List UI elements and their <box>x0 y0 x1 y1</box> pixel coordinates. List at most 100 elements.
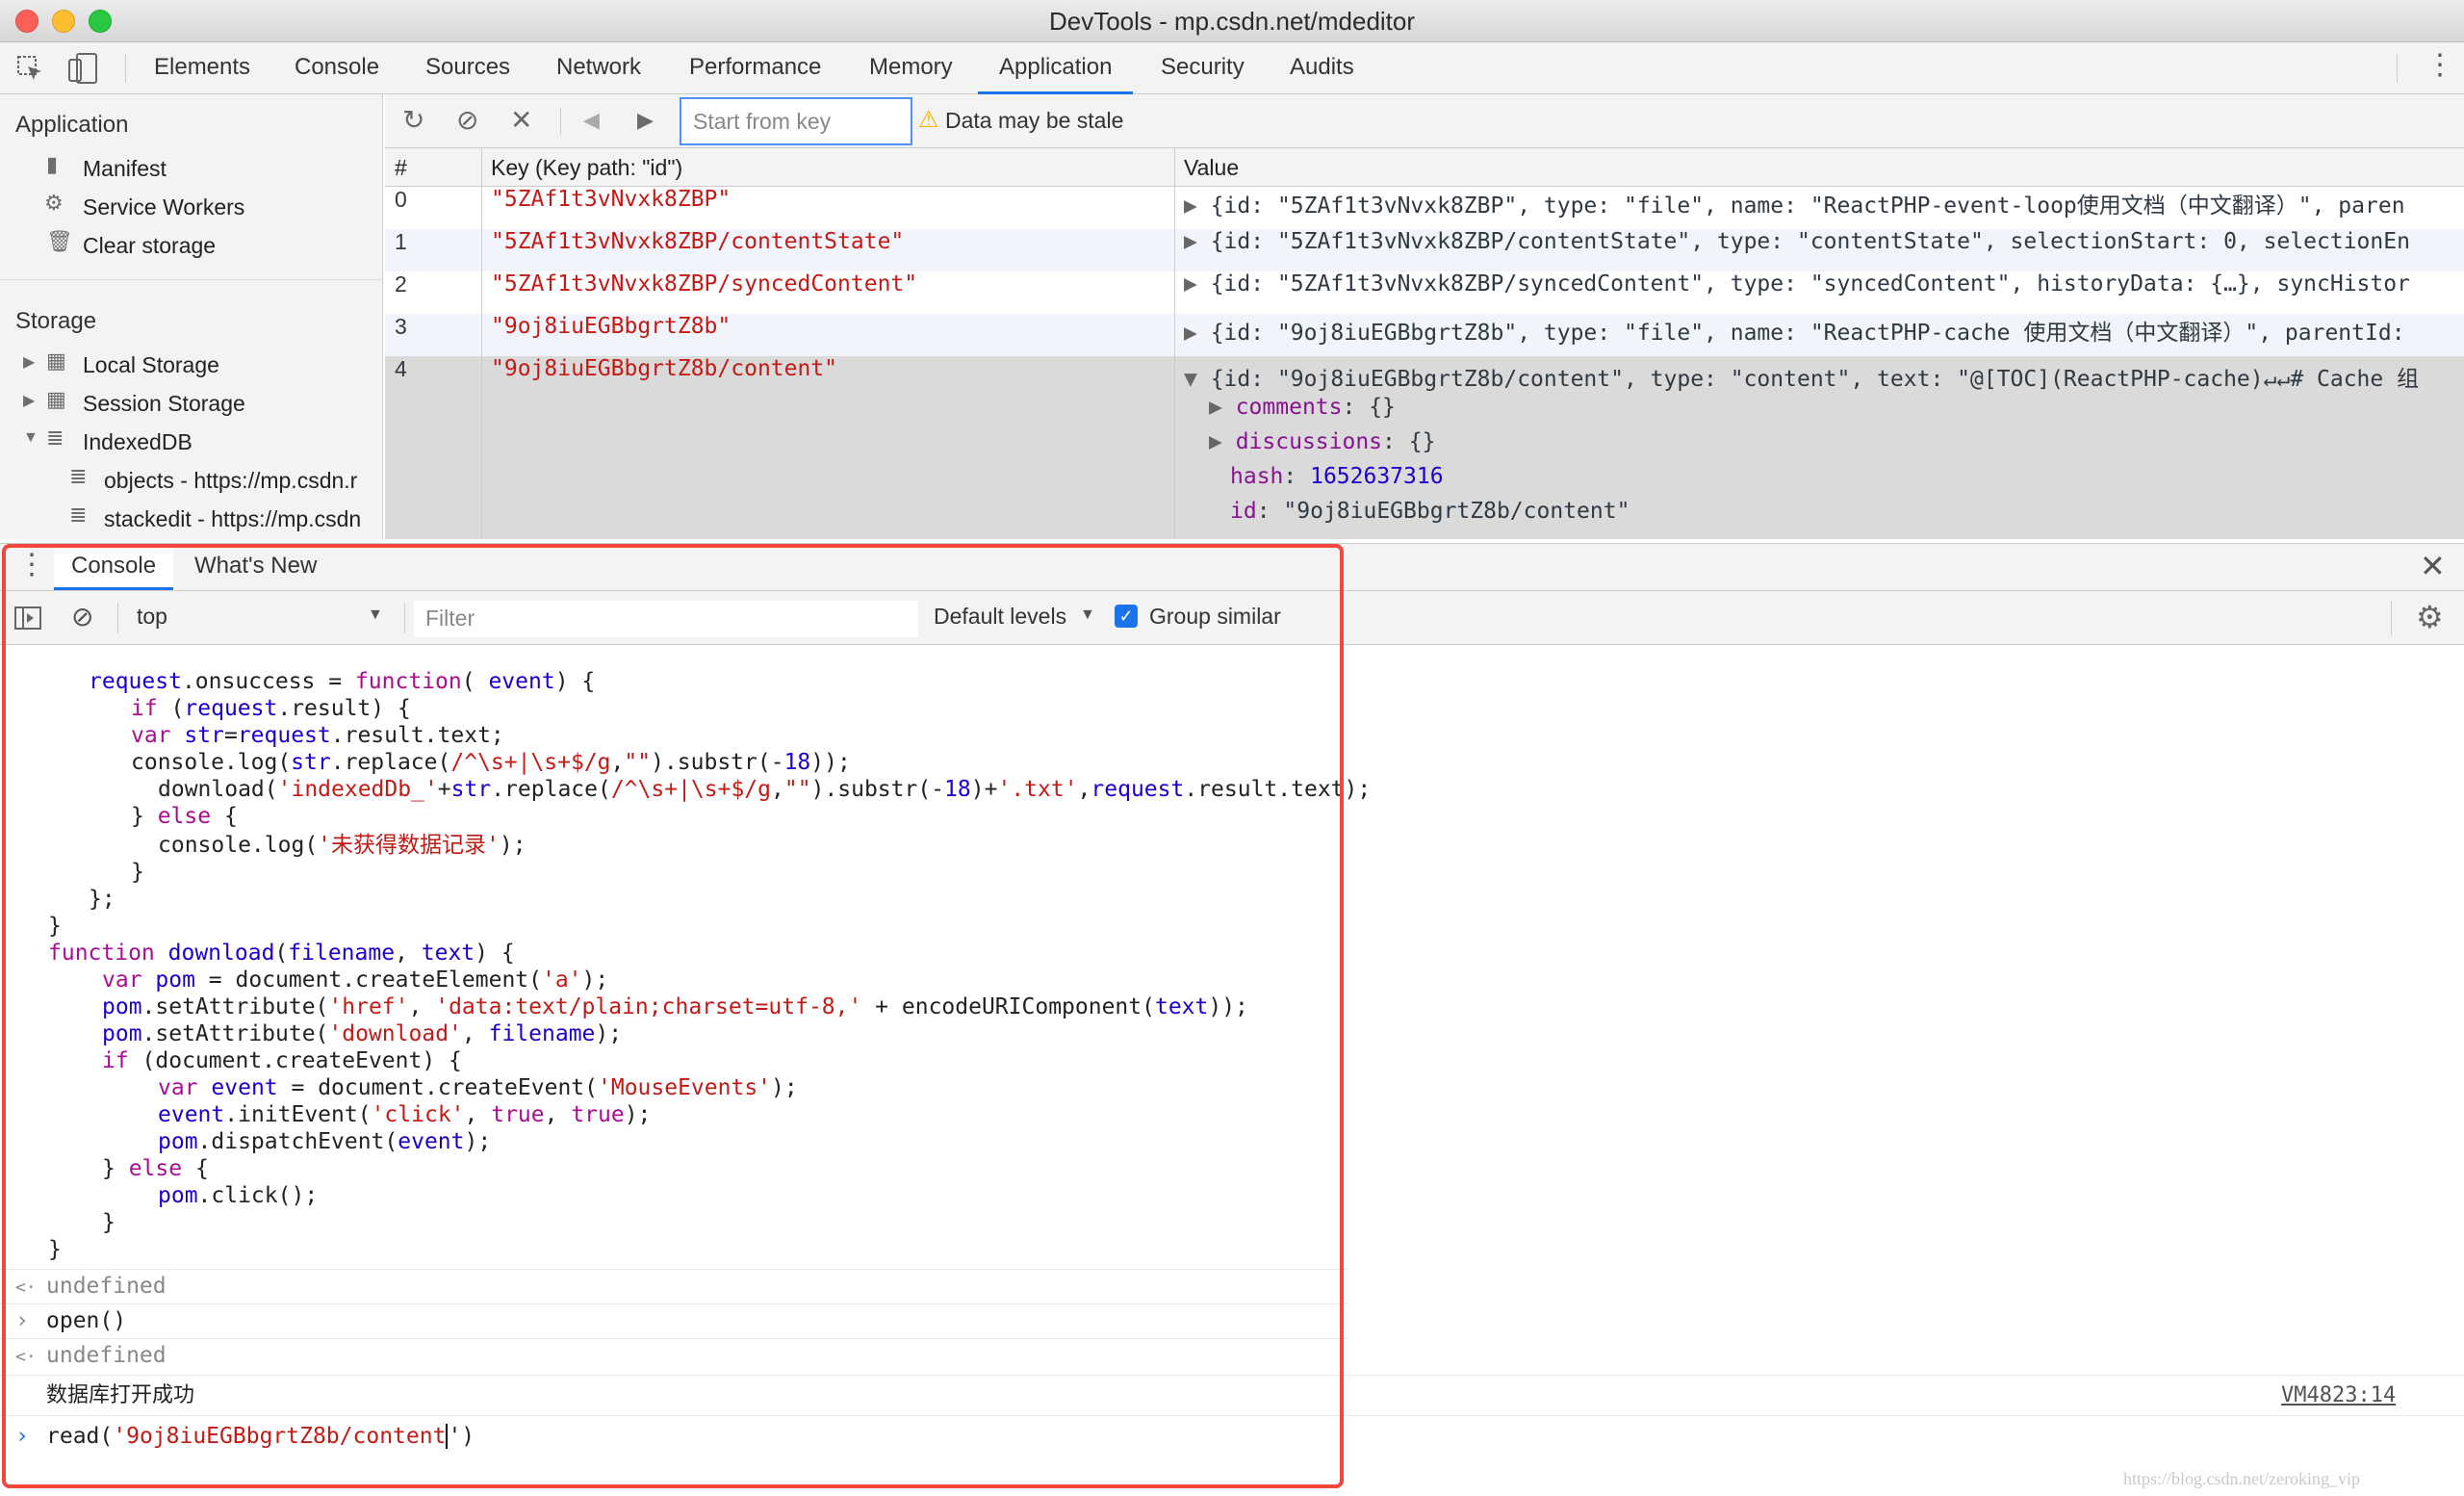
console-source-link[interactable]: VM4823:14 <box>2281 1382 2396 1409</box>
row-index: 3 <box>395 314 407 339</box>
column-header-key[interactable]: Key (Key path: "id") <box>491 148 682 187</box>
sidebar-toggle-icon[interactable] <box>13 605 42 632</box>
code-line: pom.setAttribute('href', 'data:text/plai… <box>102 994 1248 1019</box>
indexeddb-data-grid: # Key (Key path: "id") Value 0 "5ZAf1t3v… <box>385 148 2464 539</box>
manifest-icon: ▮ <box>46 152 59 176</box>
input-prompt-icon: › <box>15 1424 29 1449</box>
object-property[interactable]: ▶ discussions: {} <box>1209 429 1435 454</box>
minimize-window-button[interactable] <box>52 10 75 33</box>
console-prompt-input[interactable]: read('9oj8iuEGBbgrtZ8b/content') <box>46 1423 475 1450</box>
object-property: id: "9oj8iuEGBbgrtZ8b/content" <box>1230 499 1630 524</box>
zoom-window-button[interactable] <box>89 10 112 33</box>
row-key: "5ZAf1t3vNvxk8ZBP/syncedContent" <box>491 271 918 297</box>
column-header-index: # <box>395 155 407 180</box>
context-select[interactable]: top <box>137 604 167 630</box>
row-index: 2 <box>395 271 407 297</box>
console-log-message: 数据库打开成功 <box>46 1383 195 1407</box>
database-toolbar: ↻ ⊘ ✕ ◀ ▶ Start from key ⚠ Data may be s… <box>385 94 2464 148</box>
console-filter-input[interactable]: Filter <box>425 606 475 632</box>
start-from-key-input[interactable]: Start from key <box>680 97 912 145</box>
application-sidebar: Application ▮ Manifest ⚙ Service Workers… <box>0 94 383 539</box>
expand-arrow-icon[interactable]: ▶ <box>23 352 35 372</box>
console-input-history[interactable]: open() <box>46 1307 126 1334</box>
database-icon: ≣ <box>69 503 88 527</box>
result-arrow-icon: <· <box>15 1277 37 1298</box>
code-line: request.onsuccess = function( event) { <box>89 669 596 694</box>
refresh-icon[interactable]: ↻ <box>402 104 424 136</box>
code-line: var pom = document.createElement('a'); <box>102 967 609 993</box>
code-line: } else { <box>102 1156 209 1181</box>
row-index: 4 <box>395 356 407 381</box>
more-options-icon[interactable]: ⋮ <box>2426 48 2454 82</box>
tab-memory[interactable]: Memory <box>869 42 953 94</box>
drawer-menu-icon[interactable]: ⋮ <box>17 548 46 581</box>
sidebar-item-manifest[interactable]: Manifest <box>83 156 167 182</box>
input-prompt-icon: › <box>15 1308 29 1333</box>
expand-arrow-icon[interactable]: ▶ <box>23 391 35 410</box>
row-index: 0 <box>395 187 407 212</box>
sidebar-item-clear-storage[interactable]: Clear storage <box>83 233 216 259</box>
object-property[interactable]: ▶ comments: {} <box>1209 395 1396 420</box>
levels-dropdown[interactable]: Default levels <box>934 604 1066 630</box>
sidebar-item-indexeddb[interactable]: IndexedDB <box>83 429 192 455</box>
console-settings-gear-icon[interactable]: ⚙ <box>2416 599 2444 635</box>
code-line: download('indexedDb_'+str.replace(/^\s+|… <box>158 777 1372 802</box>
tab-security[interactable]: Security <box>1161 42 1245 94</box>
window-titlebar: DevTools - mp.csdn.net/mdeditor <box>0 0 2464 42</box>
row-value[interactable]: ▶ {id: "5ZAf1t3vNvxk8ZBP/syncedContent",… <box>1184 271 2464 297</box>
row-key: "5ZAf1t3vNvxk8ZBP" <box>491 187 732 212</box>
code-line: }; <box>89 887 116 912</box>
code-line: var str=request.result.text; <box>131 723 504 748</box>
code-line: if (request.result) { <box>131 696 411 721</box>
code-line: pom.dispatchEvent(event); <box>158 1129 492 1154</box>
previous-page-icon[interactable]: ◀ <box>583 108 600 133</box>
close-drawer-icon[interactable]: ✕ <box>2420 548 2446 584</box>
console-result: undefined <box>46 1274 167 1299</box>
group-similar-checkbox[interactable]: ✓ <box>1115 605 1138 628</box>
row-value-expanded[interactable]: ▼ {id: "9oj8iuEGBbgrtZ8b/content", type:… <box>1184 360 2464 393</box>
sidebar-item-stackedit-db[interactable]: stackedit - https://mp.csdn <box>104 506 361 532</box>
devtools-tabbar: Elements Console Sources Network Perform… <box>0 42 2464 94</box>
row-value[interactable]: ▶ {id: "9oj8iuEGBbgrtZ8b", type: "file",… <box>1184 314 2464 347</box>
sidebar-item-objects-db[interactable]: objects - https://mp.csdn.r <box>104 468 357 494</box>
sidebar-item-service-workers[interactable]: Service Workers <box>83 194 244 220</box>
tab-audits[interactable]: Audits <box>1290 42 1354 94</box>
chevron-down-icon[interactable]: ▼ <box>368 606 383 624</box>
column-header-value[interactable]: Value <box>1184 148 1239 187</box>
clear-icon[interactable]: ⊘ <box>456 104 478 136</box>
sidebar-item-local-storage[interactable]: Local Storage <box>83 352 219 378</box>
code-line: } <box>102 1210 116 1235</box>
row-value[interactable]: ▶ {id: "5ZAf1t3vNvxk8ZBP/contentState", … <box>1184 229 2464 254</box>
tab-console[interactable]: Console <box>295 42 379 94</box>
row-value[interactable]: ▶ {id: "5ZAf1t3vNvxk8ZBP", type: "file",… <box>1184 187 2464 219</box>
chevron-down-icon[interactable]: ▼ <box>1080 606 1095 624</box>
trash-icon: 🗑 <box>46 229 73 253</box>
console-result: undefined <box>46 1343 167 1368</box>
tab-sources[interactable]: Sources <box>425 42 510 94</box>
code-line: console.log(str.replace(/^\s+|\s+$/g,"")… <box>131 750 851 775</box>
warning-icon: ⚠ <box>918 107 939 133</box>
window-title: DevTools - mp.csdn.net/mdeditor <box>1048 7 1416 36</box>
next-page-icon[interactable]: ▶ <box>637 108 654 133</box>
database-icon: ≣ <box>46 426 64 450</box>
tab-performance[interactable]: Performance <box>689 42 821 94</box>
inspect-element-icon[interactable] <box>15 54 44 83</box>
close-window-button[interactable] <box>15 10 38 33</box>
watermark: https://blog.csdn.net/zeroking_vip <box>2123 1469 2360 1488</box>
code-line: pom.setAttribute('download', filename); <box>102 1021 623 1046</box>
code-line: pom.click(); <box>158 1183 319 1208</box>
code-line: } else { <box>131 804 238 829</box>
delete-icon[interactable]: ✕ <box>510 104 532 136</box>
device-toolbar-icon[interactable] <box>67 52 98 85</box>
drawer-tab-console[interactable]: Console <box>54 544 174 590</box>
tab-network[interactable]: Network <box>556 42 641 94</box>
clear-console-icon[interactable]: ⊘ <box>71 601 93 632</box>
tab-elements[interactable]: Elements <box>154 42 250 94</box>
sidebar-item-session-storage[interactable]: Session Storage <box>83 391 245 417</box>
drawer-tab-whats-new[interactable]: What's New <box>194 544 317 588</box>
collapse-arrow-icon[interactable]: ▼ <box>23 429 38 447</box>
code-line: } <box>131 860 144 885</box>
code-line: function download(filename, text) { <box>48 941 515 966</box>
code-line: if (document.createEvent) { <box>102 1048 462 1073</box>
tab-application[interactable]: Application <box>978 42 1134 94</box>
